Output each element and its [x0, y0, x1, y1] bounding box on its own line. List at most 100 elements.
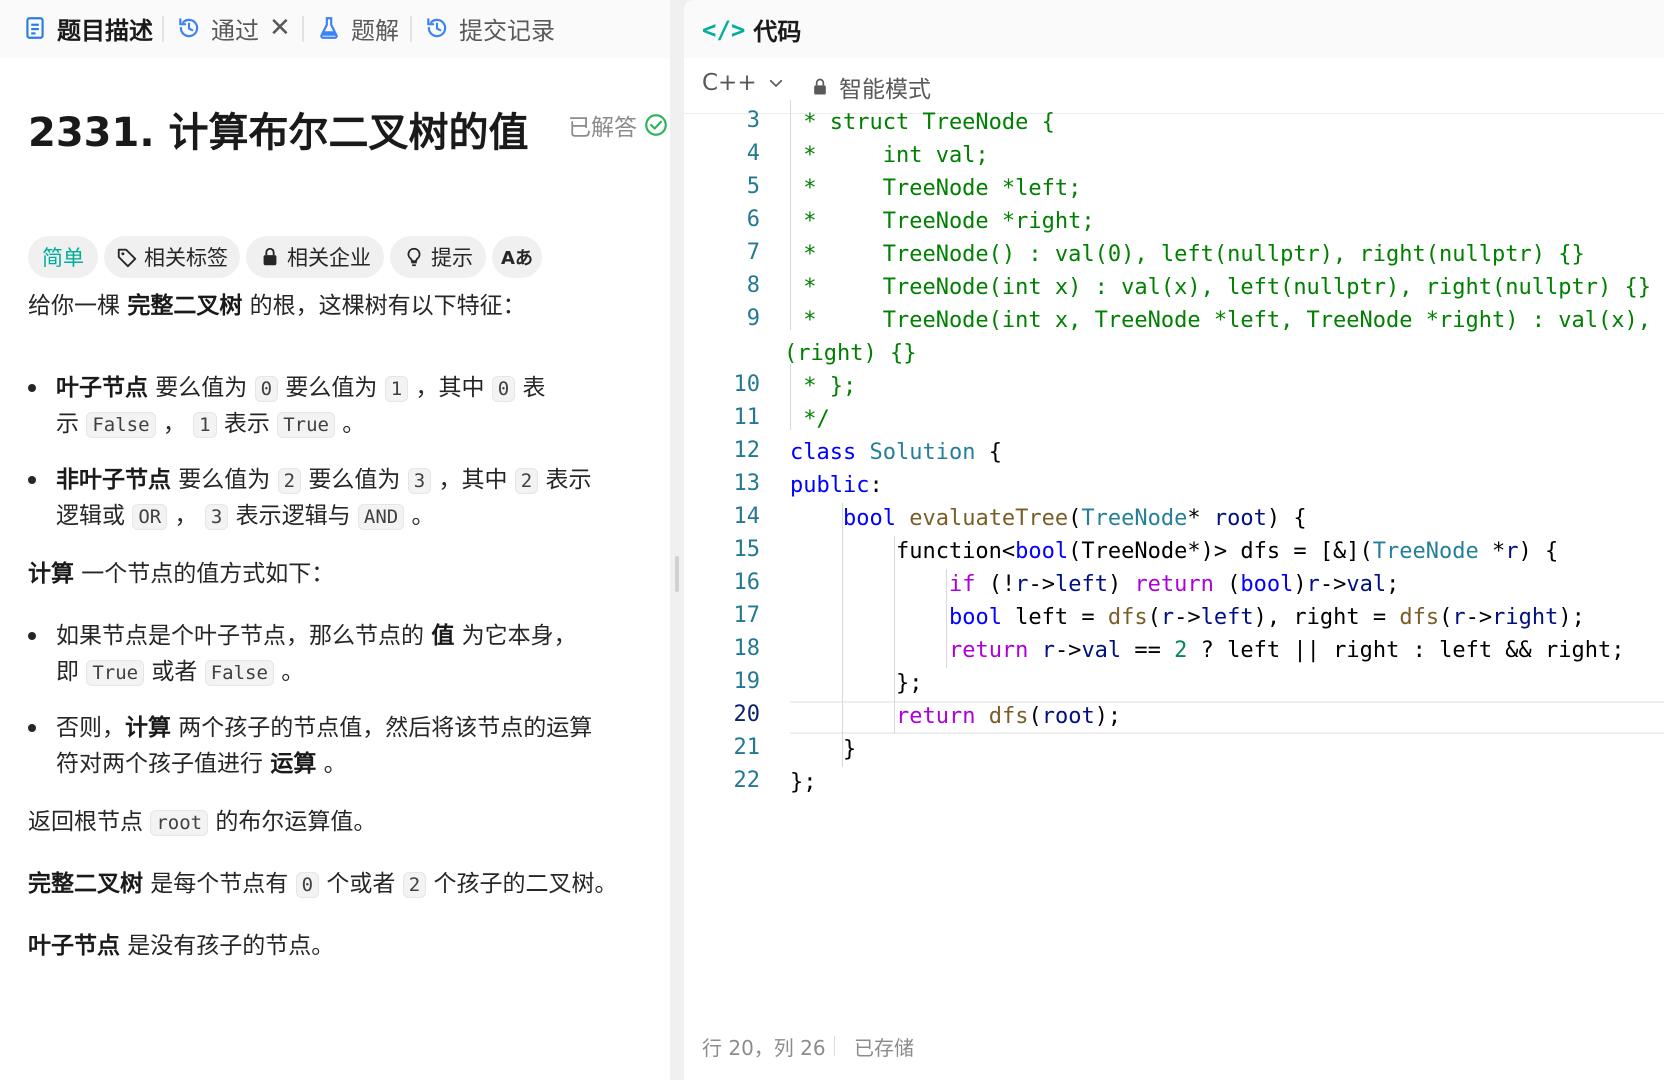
code-panel: </> 代码 C++ 智能模式 3 4 5 6 7 8 9 10 11 12 1…	[684, 0, 1664, 1080]
tab-description[interactable]: 题目描述	[22, 10, 153, 46]
close-icon[interactable]: ✕	[269, 13, 291, 43]
save-status: 已存储	[854, 1036, 914, 1060]
chevron-down-icon	[769, 79, 782, 87]
solved-status: 已解答	[568, 108, 669, 142]
code-line: * TreeNode *right;	[790, 209, 1095, 234]
list-text: 符对两个孩子值进行	[56, 751, 271, 777]
full-tree-term: 完整二叉树	[28, 871, 143, 897]
return-paragraph: 返回根节点 root 的布尔运算值。	[28, 804, 376, 841]
intro-paragraph: 给你一棵 完整二叉树 的根，这棵树有以下特征：	[28, 288, 526, 324]
line-number: 3	[746, 108, 760, 133]
inline-code: 0	[295, 872, 320, 898]
bullet-dot	[28, 384, 36, 392]
hint-button[interactable]: 提示	[390, 236, 486, 278]
calc-text: 一个节点的值方式如下：	[74, 561, 335, 587]
code-title-label: 代码	[753, 18, 802, 46]
check-circle-icon	[645, 114, 667, 136]
tab-solutions[interactable]: 题解	[316, 10, 399, 46]
code-line: bool evaluateTree(TreeNode* root) {	[842, 506, 1307, 531]
list-text: 为它本身，	[454, 623, 577, 649]
line-number: 7	[746, 240, 760, 265]
full-tree-paragraph: 完整二叉树 是每个节点有 0 个或者 2 个孩子的二叉树。	[28, 866, 617, 903]
translate-icon: Aあ	[501, 248, 533, 269]
code-line: public:	[790, 473, 883, 498]
line-number: 6	[746, 207, 760, 232]
font-size-button[interactable]: Aあ	[492, 236, 542, 278]
code-line-wrapped: (right) {}	[784, 341, 917, 366]
language-label: C++	[702, 70, 757, 96]
list-text: 表示	[216, 411, 278, 437]
inline-code: AND	[357, 504, 405, 530]
leaf-paragraph: 叶子节点 是没有孩子的节点。	[28, 928, 334, 964]
language-select[interactable]: C++	[702, 70, 785, 96]
inline-code: 0	[254, 376, 279, 402]
inline-code: 0	[491, 376, 516, 402]
tab-submissions-label: 提交记录	[459, 16, 555, 45]
full-tree-text: 个或者	[319, 871, 403, 897]
status-divider	[834, 1036, 835, 1056]
bullet-dot	[28, 632, 36, 640]
leaf-text: 是没有孩子的节点。	[120, 933, 335, 959]
inline-code: 2	[277, 468, 302, 494]
line-number: 11	[733, 405, 761, 430]
line-number: 4	[746, 141, 760, 166]
list-text: 。	[316, 751, 347, 777]
inline-code: True	[86, 660, 145, 686]
related-tags-button[interactable]: 相关标签	[104, 236, 240, 278]
list-text: 。	[404, 503, 435, 529]
panel-resize-divider[interactable]	[670, 0, 684, 1080]
list-item-continued: 示 False ， 1 表示 True 。	[56, 406, 365, 443]
code-panel-title: </> 代码	[702, 12, 801, 47]
hint-label: 提示	[431, 246, 473, 270]
list-text: ，其中	[431, 467, 515, 493]
code-line: * TreeNode *left;	[790, 176, 1082, 201]
list-text: 要么值为	[171, 467, 278, 493]
leaf-term: 叶子节点	[28, 933, 120, 959]
list-text: 即	[56, 659, 87, 685]
cursor-position: 行 20，列 26	[702, 1036, 826, 1060]
list-text: 要么值为	[148, 375, 255, 401]
full-tree-text: 是每个节点有	[143, 871, 296, 897]
difficulty-badge: 简单	[28, 236, 98, 278]
calc-term: 计算	[125, 715, 171, 741]
line-number: 22	[733, 768, 761, 793]
drag-handle[interactable]	[675, 556, 679, 592]
list-item-continued: 即 True 或者 False 。	[56, 654, 304, 691]
line-number-current: 20	[733, 702, 761, 727]
inline-code: 1	[384, 376, 409, 402]
code-editor[interactable]: 3 4 5 6 7 8 9 10 11 12 13 14 15 16 17 18…	[684, 100, 1664, 1014]
tab-description-label: 题目描述	[57, 16, 153, 45]
list-text: 要么值为	[278, 375, 385, 401]
related-companies-button[interactable]: 相关企业	[246, 236, 384, 278]
list-text: ，其中	[408, 375, 492, 401]
non-leaf-node-term: 非叶子节点	[56, 467, 171, 493]
list-text: 表示	[538, 467, 592, 493]
code-line: bool left = dfs(r->left), right = dfs(r-…	[948, 605, 1585, 630]
tab-submissions[interactable]: 提交记录	[424, 10, 555, 46]
code-icon: </>	[702, 15, 746, 44]
code-line: if (!r->left) return (bool)r->val;	[948, 572, 1400, 597]
history-icon	[179, 18, 199, 38]
line-number: 17	[733, 603, 761, 628]
line-number: 15	[733, 537, 761, 562]
flask-icon	[320, 17, 338, 39]
return-text: 返回根节点	[28, 809, 151, 835]
line-number: 19	[733, 669, 761, 694]
list-item: 非叶子节点 要么值为 2 要么值为 3 ，其中 2 表示	[56, 462, 592, 499]
inline-code: True	[277, 412, 335, 438]
operation-term: 运算	[270, 751, 317, 777]
intro-text: 的根，这棵树有以下特征：	[242, 293, 526, 319]
list-item: 如果节点是个叶子节点，那么节点的 值 为它本身，	[56, 618, 577, 654]
problem-tab-bar: 题目描述 通过 ✕ 题解 提交记录	[0, 0, 670, 58]
smart-mode-button[interactable]: 智能模式	[810, 70, 931, 104]
problem-title: 2331. 计算布尔二叉树的值	[28, 110, 529, 156]
tag-icon	[117, 248, 137, 268]
full-tree-text: 个孩子的二叉树。	[426, 871, 618, 897]
inline-code: False	[204, 660, 274, 686]
line-number: 21	[733, 735, 761, 760]
line-number: 8	[746, 273, 760, 298]
code-line: };	[790, 671, 923, 696]
code-line: }	[790, 737, 857, 762]
list-text: 表示逻辑与	[228, 503, 358, 529]
tab-passed[interactable]: 通过 ✕	[176, 10, 291, 46]
